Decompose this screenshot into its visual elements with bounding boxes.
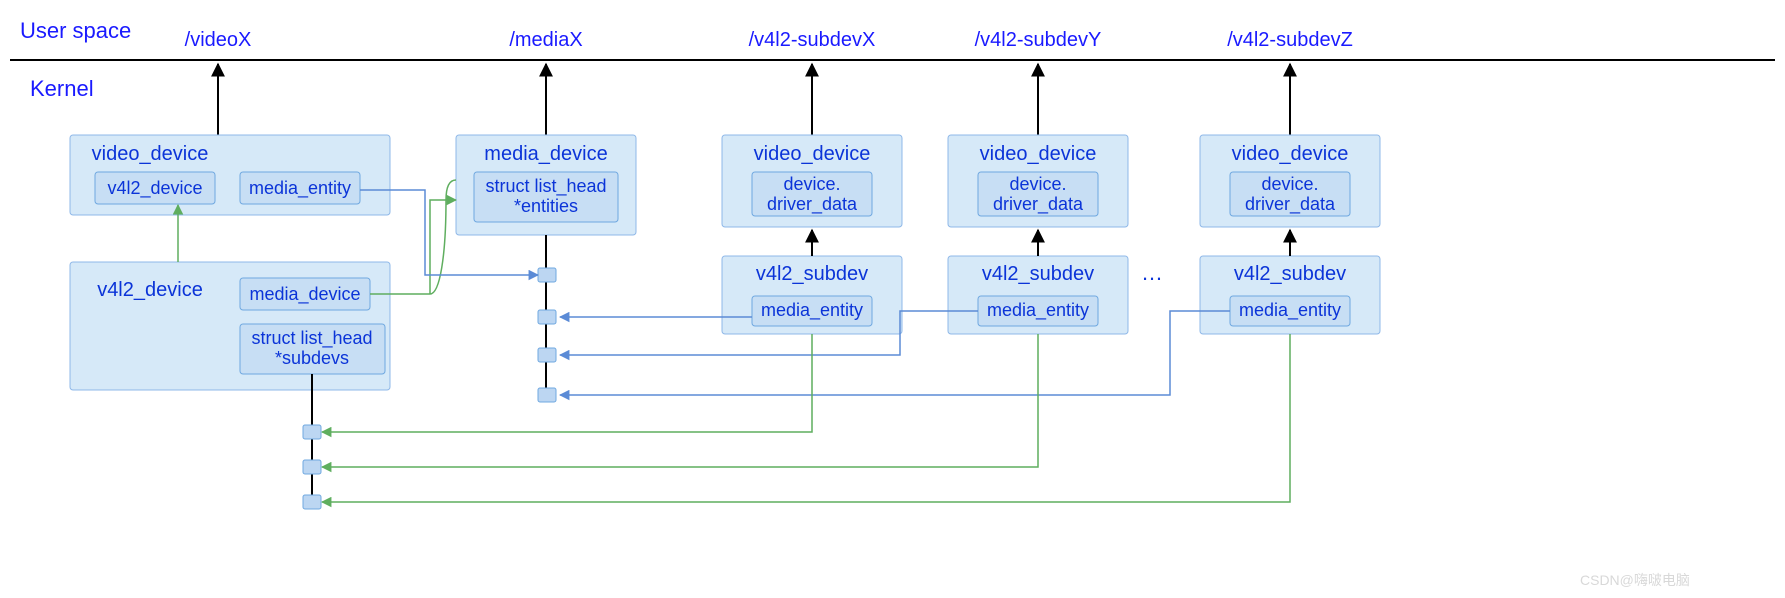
v4l2-device-title: v4l2_device (97, 279, 203, 301)
subdev-vd-z: video_device device. driver_data (1200, 135, 1380, 227)
v4l2-subdev-y: v4l2_subdev media_entity (948, 256, 1128, 334)
media-device-box: media_device struct list_head *entities (456, 135, 636, 235)
v4l2-device-list1: struct list_head (251, 328, 372, 349)
dev-videoX: /videoX (185, 29, 252, 51)
svg-text:device.: device. (1261, 174, 1318, 194)
link-mediadev (430, 180, 456, 294)
subdev-vd-x-s1: device. (783, 174, 840, 194)
watermark: CSDN@嗨啵电脑 (1580, 572, 1690, 588)
dev-subdevZ: /v4l2-subdevZ (1227, 29, 1353, 51)
subdev-node-2 (303, 460, 321, 474)
media-device-title: media_device (484, 143, 607, 165)
subdev-vd-x-title: video_device (754, 143, 871, 165)
svg-text:media_entity: media_entity (761, 300, 863, 321)
subdev-node-1 (303, 425, 321, 439)
svg-text:driver_data: driver_data (1245, 194, 1336, 215)
link-suby-list (322, 334, 1038, 467)
link-subx-list (322, 334, 812, 432)
v4l2-device-media: media_device (249, 284, 360, 305)
v4l2-device-list2: *subdevs (275, 348, 349, 368)
kernel-label: Kernel (30, 76, 94, 101)
media-device-sub1: struct list_head (485, 176, 606, 197)
svg-text:v4l2_subdev: v4l2_subdev (982, 263, 1094, 285)
svg-text:video_device: video_device (980, 143, 1097, 165)
video-device-title: video_device (92, 143, 209, 165)
subdev-vd-y: video_device device. driver_data (948, 135, 1128, 227)
entity-node-4 (538, 388, 556, 402)
svg-text:v4l2_subdev: v4l2_subdev (1234, 263, 1346, 285)
subdev-node-3 (303, 495, 321, 509)
link-subz-list (322, 334, 1290, 502)
diagram: User space Kernel /videoX /mediaX /v4l2-… (0, 0, 1785, 598)
svg-text:driver_data: driver_data (993, 194, 1084, 215)
video-device-v4l2: v4l2_device (107, 178, 202, 199)
dev-subdevY: /v4l2-subdevY (975, 29, 1102, 51)
dots-label: … (1141, 260, 1163, 285)
svg-text:video_device: video_device (1232, 143, 1349, 165)
subdev-vd-x-s2: driver_data (767, 194, 858, 215)
video-device-box: video_device v4l2_device media_entity (70, 135, 390, 215)
svg-text:v4l2_subdev: v4l2_subdev (756, 263, 868, 285)
svg-text:media_entity: media_entity (1239, 300, 1341, 321)
link-mediadev-arrow2 (430, 200, 456, 294)
entity-node-2 (538, 310, 556, 324)
user-space-label: User space (20, 18, 131, 43)
v4l2-device-box: v4l2_device media_device struct list_hea… (70, 262, 390, 390)
svg-text:media_entity: media_entity (987, 300, 1089, 321)
media-device-sub2: *entities (514, 196, 578, 216)
v4l2-subdev-z: v4l2_subdev media_entity (1200, 256, 1380, 334)
dev-mediaX: /mediaX (509, 29, 582, 51)
video-device-mediaentity: media_entity (249, 178, 351, 199)
entity-node-1 (538, 268, 556, 282)
dev-subdevX: /v4l2-subdevX (749, 29, 876, 51)
v4l2-subdev-x: v4l2_subdev media_entity (722, 256, 902, 334)
entity-node-3 (538, 348, 556, 362)
subdev-vd-x: video_device device. driver_data (722, 135, 902, 227)
svg-text:device.: device. (1009, 174, 1066, 194)
